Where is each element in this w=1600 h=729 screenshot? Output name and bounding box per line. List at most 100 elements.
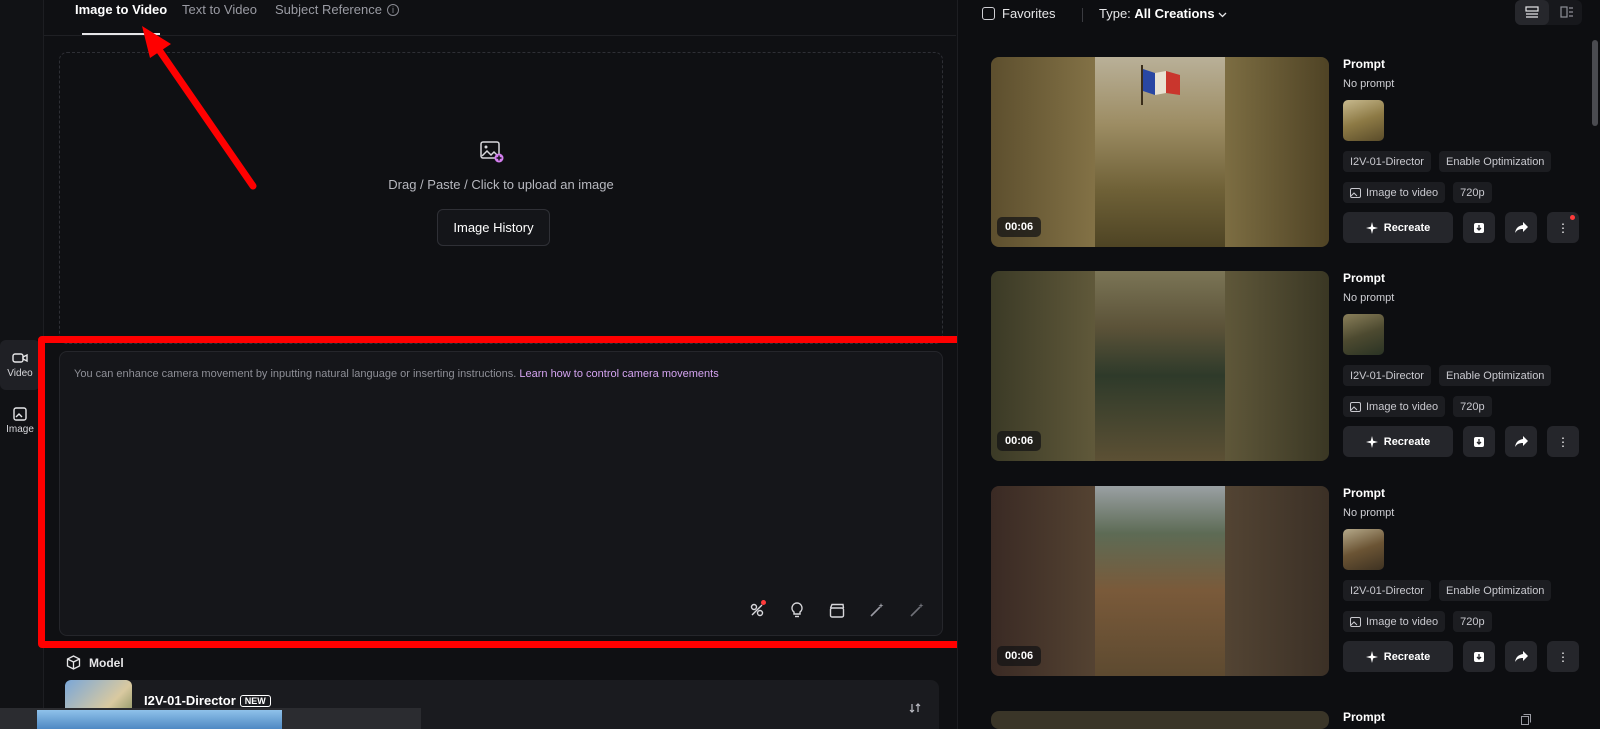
prompt-text: No prompt (1343, 507, 1395, 519)
recreate-label: Recreate (1383, 221, 1431, 234)
creation-meta: Prompt No prompt I2V-01-Director Enable O… (1343, 486, 1583, 672)
prompt-title: Prompt (1343, 711, 1385, 724)
source-image-thumbnail[interactable] (1343, 529, 1384, 570)
creation-card[interactable]: 00:06 Prompt No prompt I2V-01-Director En… (991, 486, 1600, 676)
sparkle-icon (1365, 650, 1378, 663)
video-preview[interactable] (991, 711, 1329, 729)
more-options-button[interactable]: ⋮ (1547, 641, 1579, 672)
model-label-text: Model (89, 655, 124, 670)
resolution-chip: 720p (1453, 396, 1492, 417)
flag-graphic (1141, 65, 1180, 105)
copy-icon[interactable] (1521, 714, 1531, 725)
source-image-thumbnail[interactable] (1343, 100, 1384, 141)
video-camera-icon (12, 353, 28, 363)
creation-card[interactable]: 00:06 Prompt No prompt I2V-01-Director En… (991, 57, 1600, 247)
recreate-button[interactable]: Recreate (1343, 212, 1453, 243)
recreate-button[interactable]: Recreate (1343, 641, 1453, 672)
mode-chip: Image to video (1343, 611, 1446, 632)
rail-video-label: Video (7, 368, 33, 379)
more-options-button[interactable]: ⋮ (1547, 212, 1579, 243)
creation-meta: Prompt No prompt I2V-01-Director Enable O… (1343, 271, 1583, 457)
more-vertical-icon: ⋮ (1557, 434, 1569, 449)
share-button[interactable] (1505, 641, 1537, 672)
prompt-title: Prompt (1343, 57, 1385, 71)
prompt-text: No prompt (1343, 78, 1395, 90)
image-history-button[interactable]: Image History (437, 209, 550, 246)
duration-badge: 00:06 (997, 646, 1042, 666)
model-name: I2V-01-Director NEW (144, 693, 271, 708)
creation-meta: Prompt No prompt I2V-01-Director Enable O… (1343, 57, 1583, 243)
list-view-button[interactable] (1515, 0, 1549, 25)
overlay-window-preview (37, 710, 282, 729)
divider (1082, 8, 1083, 22)
rail-image-button[interactable]: Image (0, 396, 40, 446)
more-vertical-icon: ⋮ (1557, 220, 1569, 235)
rail-image-label: Image (6, 424, 34, 435)
duration-badge: 00:06 (997, 431, 1042, 451)
image-icon (1350, 616, 1361, 627)
type-value: All Creations (1134, 6, 1215, 21)
favorites-label: Favorites (1002, 6, 1056, 21)
download-icon (1474, 651, 1484, 662)
share-button[interactable] (1505, 426, 1537, 457)
tab-text-to-video[interactable]: Text to Video (182, 2, 257, 17)
optimization-chip: Enable Optimization (1438, 365, 1552, 386)
mode-chip-label: Image to video (1366, 615, 1439, 628)
tab-subject-reference[interactable]: Subject Reference i (275, 2, 399, 17)
upload-instruction: Drag / Paste / Click to upload an image (388, 177, 614, 192)
image-upload-dropzone[interactable]: Drag / Paste / Click to upload an image … (59, 52, 943, 344)
download-button[interactable] (1463, 641, 1495, 672)
source-image-thumbnail[interactable] (1343, 314, 1384, 355)
resolution-chip: 720p (1453, 611, 1492, 632)
rail-video-button[interactable]: Video (0, 340, 40, 390)
mode-chip-label: Image to video (1366, 400, 1439, 413)
type-label: Type: (1099, 6, 1131, 21)
annotation-highlight-box (38, 336, 973, 648)
prompt-text: No prompt (1343, 292, 1395, 304)
video-preview[interactable]: 00:06 (991, 271, 1329, 461)
tab-image-to-video[interactable]: Image to Video (75, 2, 167, 17)
chevron-down-icon (1218, 12, 1227, 18)
creation-meta: Prompt (1343, 711, 1583, 724)
recreate-label: Recreate (1383, 435, 1431, 448)
more-vertical-icon: ⋮ (1557, 649, 1569, 664)
optimization-chip: Enable Optimization (1438, 151, 1552, 172)
recreate-button[interactable]: Recreate (1343, 426, 1453, 457)
notification-dot (1570, 215, 1575, 220)
active-tab-indicator (82, 33, 160, 35)
model-chip: I2V-01-Director (1343, 580, 1431, 601)
switch-model-icon[interactable] (909, 702, 921, 714)
video-preview[interactable]: 00:06 (991, 486, 1329, 676)
cube-icon (66, 655, 81, 670)
more-options-button[interactable]: ⋮ (1547, 426, 1579, 457)
sparkle-icon (1365, 435, 1378, 448)
prompt-title: Prompt (1343, 486, 1385, 500)
prompt-title: Prompt (1343, 271, 1385, 285)
share-button[interactable] (1505, 212, 1537, 243)
mode-chip: Image to video (1343, 396, 1446, 417)
info-icon[interactable]: i (386, 4, 399, 16)
recreate-label: Recreate (1383, 650, 1431, 663)
download-button[interactable] (1463, 212, 1495, 243)
image-icon (1350, 187, 1361, 198)
video-preview[interactable]: 00:06 (991, 57, 1329, 247)
favorites-checkbox[interactable] (982, 7, 995, 20)
creation-card[interactable]: 00:06 Prompt No prompt I2V-01-Director En… (991, 271, 1600, 461)
share-icon (1514, 222, 1528, 233)
share-icon (1514, 651, 1528, 662)
download-icon (1474, 436, 1484, 447)
type-filter-dropdown[interactable]: Type: All Creations (1099, 6, 1227, 21)
model-chip: I2V-01-Director (1343, 151, 1431, 172)
download-button[interactable] (1463, 426, 1495, 457)
add-image-icon (480, 141, 504, 163)
mode-tabs: Image to Video Text to Video Subject Ref… (44, 0, 956, 36)
mode-chip: Image to video (1343, 182, 1446, 203)
optimization-chip: Enable Optimization (1438, 580, 1552, 601)
image-icon (1350, 401, 1361, 412)
model-chip: I2V-01-Director (1343, 365, 1431, 386)
detail-view-icon[interactable] (1560, 6, 1574, 18)
creation-card[interactable]: Prompt (991, 711, 1600, 729)
model-name-text: I2V-01-Director (144, 693, 236, 708)
download-icon (1474, 222, 1484, 233)
favorites-filter[interactable]: Favorites (982, 6, 1055, 21)
